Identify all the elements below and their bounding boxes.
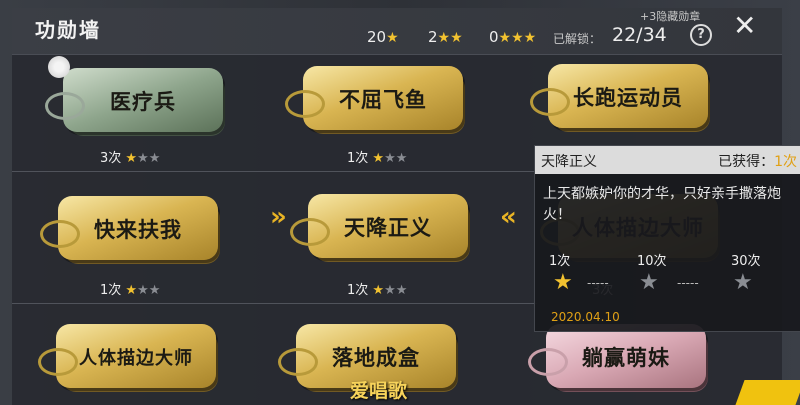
badge-help-me[interactable]: 快来扶我 [40,194,220,266]
help-icon[interactable]: ? [690,24,712,46]
level-divider: ----- [677,276,699,290]
badge-name: 长跑运动员 [573,86,683,110]
one-star-count: 20★ [367,28,399,46]
star-icon: ★ [125,283,138,298]
badge-fish-stat: 1次 ★★★ [347,147,407,166]
star-icon: ★ [372,283,385,298]
row-divider [12,171,537,172]
corner-decoration [735,380,800,405]
badge-help-stat: 1次 ★★★ [100,279,160,298]
star-empty-icon: ★★ [384,151,408,166]
tooltip-title: 天降正义 [541,154,597,170]
badge-outline-grandmaster[interactable]: 人体描边大师 [38,322,218,394]
badge-name: 医疗兵 [110,90,176,114]
level-2-count: 10次 [637,254,667,269]
star-icon: ★ [386,30,399,46]
badge-name: 不屈飞鱼 [339,88,427,112]
badge-tooltip: 天降正义 已获得：1次 上天都嫉妒你的才华，只好亲手撒落炮火！ 1次 10次 3… [534,145,800,332]
tooltip-obtained: 已获得：1次 [718,151,797,171]
row-divider [12,303,537,304]
star-icon: ★★★ [498,30,537,46]
flower-decoration [48,56,70,78]
count-value: 20 [367,28,387,46]
badge-justice-from-sky[interactable]: 天降正义 [290,192,470,264]
count-value: 0 [489,28,499,46]
three-star-count: 0★★★ [489,28,536,46]
badge-name: 躺赢萌妹 [582,346,670,370]
tooltip-description: 上天都嫉妒你的才华，只好亲手撒落炮火！ [543,186,781,223]
two-star-count: 2★★ [428,28,463,46]
star-empty-icon: ★★ [137,283,161,298]
badge-justice-stat: 1次 ★★★ [347,279,407,298]
level-divider: ----- [587,276,609,290]
badge-long-runner[interactable]: 长跑运动员 [530,62,710,134]
chevron-right-icon: » [270,202,287,232]
star-icon: ★★ [437,30,463,46]
hidden-medal-note: +3隐藏勋章 [640,10,701,23]
star-icon: ★ [125,151,138,166]
unlock-label: 已解锁： [553,32,602,46]
level-3-count: 30次 [731,254,761,269]
badge-name: 天降正义 [344,216,432,240]
badge-count: 1次 [100,283,122,298]
badge-medic-stat: 3次 ★★★ [100,147,160,166]
obtained-label: 已获得： [718,154,775,170]
badge-count: 1次 [347,151,369,166]
badge-count: 1次 [347,283,369,298]
badge-unyielding-fish[interactable]: 不屈飞鱼 [285,64,465,136]
close-icon[interactable]: ✕ [733,12,756,40]
page-title: 功勋墙 [35,18,101,42]
badge-name: 人体描边大师 [79,348,193,369]
badge-count: 3次 [100,151,122,166]
count-value: 2 [428,28,438,46]
chevron-left-icon: « [500,202,517,232]
badge-medic[interactable]: 医疗兵 [45,66,225,138]
badge-name: 快来扶我 [94,218,182,242]
watermark-text: 爱唱歌 [350,380,408,402]
obtained-count: 1次 [774,154,797,170]
badge-carried-cutie[interactable]: 躺赢萌妹 [528,322,708,394]
level-3-star-icon: ★ [733,270,753,295]
level-1-star-icon: ★ [553,270,573,295]
level-2-star-icon: ★ [639,270,659,295]
unlock-value: 22/34 [612,24,667,46]
level-1-count: 1次 [549,254,571,269]
star-empty-icon: ★★ [137,151,161,166]
badge-name: 落地成盒 [332,346,420,370]
star-icon: ★ [372,151,385,166]
star-empty-icon: ★★ [384,283,408,298]
obtained-date: 2020.04.10 [551,310,620,324]
